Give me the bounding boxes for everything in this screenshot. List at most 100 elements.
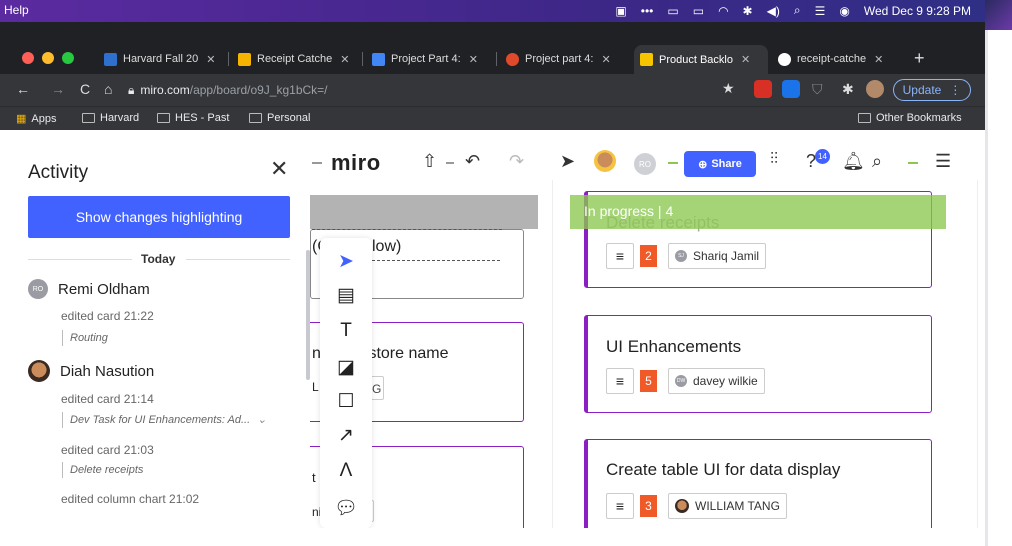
bell-icon[interactable]: 🔔︎ xyxy=(842,151,865,172)
connection-line-tool-icon[interactable]: ↗ xyxy=(334,424,358,447)
address-bar[interactable]: 🔒︎ miro.com/app/board/o9J_kg1bCk=/ xyxy=(128,79,746,101)
folder-icon xyxy=(82,113,95,123)
tab-label: Harvard Fall 20 xyxy=(123,53,199,65)
tab-label: Project Part 4: xyxy=(391,53,461,65)
activity-action: edited card 21:14 xyxy=(61,392,154,406)
undo-icon[interactable]: ↶ xyxy=(465,151,480,172)
tab-receipt-catcher[interactable]: Receipt Catche ✕ xyxy=(232,47,358,71)
forward-button[interactable]: → xyxy=(51,81,65,97)
bookmark-label: HES - Past xyxy=(175,112,230,124)
activity-detail-link[interactable]: Dev Task for UI Enhancements: Ad... ⌄ xyxy=(62,412,284,428)
reload-button[interactable]: C xyxy=(80,81,90,97)
update-button[interactable]: Update ⋮ xyxy=(893,79,971,101)
new-extension-icon[interactable] xyxy=(782,80,800,98)
tab-github-receipt-catcher[interactable]: receipt-catche ✕ xyxy=(772,47,900,71)
select-tool-icon[interactable]: ➤ xyxy=(334,250,358,273)
control-center-icon[interactable]: ☰ xyxy=(815,4,826,18)
collaborator-avatar[interactable] xyxy=(594,150,616,172)
description-icon[interactable]: ≡ xyxy=(606,243,634,269)
tab-label: Receipt Catche xyxy=(257,53,333,65)
bookmark-label: Harvard xyxy=(100,112,140,124)
board-menu-icon[interactable]: ☰ xyxy=(935,151,951,172)
user-name: Remi Oldham xyxy=(58,280,150,298)
bookmark-hes-past[interactable]: HES - Past xyxy=(157,112,229,124)
zoom-window-icon[interactable] xyxy=(62,52,74,64)
shield-extension-icon[interactable]: ⛉ xyxy=(812,81,823,98)
estimate-badge[interactable]: 2 xyxy=(640,245,657,267)
activity-detail-link[interactable]: Routing xyxy=(62,330,108,346)
kanban-card[interactable]: Create table UI for data display ≡ 3 WIL… xyxy=(584,439,932,531)
settings-sliders-icon[interactable]: ⫶⫶ xyxy=(770,151,778,169)
tab-harvard[interactable]: Harvard Fall 20 ✕ xyxy=(98,47,224,71)
description-icon[interactable]: ≡ xyxy=(606,368,634,394)
display-icon[interactable]: ▭ xyxy=(667,4,678,18)
activity-action: edited card 21:03 xyxy=(61,443,154,457)
help-menu[interactable]: Help xyxy=(4,3,29,17)
close-tab-icon[interactable]: ✕ xyxy=(469,53,478,66)
siri-icon[interactable]: ◉ xyxy=(839,4,849,18)
close-window-icon[interactable] xyxy=(22,52,34,64)
text-tool-icon[interactable]: T xyxy=(334,320,358,342)
collaborator-avatar[interactable]: RO xyxy=(634,153,656,175)
close-icon[interactable]: ✕ xyxy=(270,156,288,182)
battery-icon[interactable]: ▭ xyxy=(693,4,704,18)
cursor-arrow-icon[interactable]: ➤ xyxy=(560,151,575,172)
puzzle-extensions-icon[interactable]: ✱ xyxy=(842,81,854,98)
zoom-icon[interactable]: ▣ xyxy=(615,4,626,18)
redo-icon[interactable]: ↷ xyxy=(509,151,524,172)
share-button[interactable]: ⊕ Share xyxy=(684,151,756,177)
bookmark-harvard[interactable]: Harvard xyxy=(82,112,139,124)
separator xyxy=(446,162,454,164)
pen-tool-icon[interactable]: Ʌ xyxy=(334,460,358,482)
volume-icon[interactable]: ◀) xyxy=(767,4,780,18)
home-button[interactable]: ⌂ xyxy=(104,81,112,97)
column-header xyxy=(310,195,538,229)
column-header-in-progress[interactable]: In progress | 4 xyxy=(570,195,946,229)
bluetooth-icon[interactable]: ✱ xyxy=(743,4,753,18)
activity-detail-text: Dev Task for UI Enhancements: Ad... xyxy=(70,414,251,426)
extension-icon[interactable] xyxy=(754,80,772,98)
chevron-down-icon[interactable]: ⌄ xyxy=(257,414,266,426)
comment-tool-icon[interactable]: 💬︎ xyxy=(334,496,358,520)
assignee-tag[interactable]: WILLIAM TANG xyxy=(668,493,787,519)
export-icon[interactable]: ⇧ xyxy=(422,151,437,172)
bookmark-star-icon[interactable]: ★ xyxy=(722,80,735,97)
show-changes-highlighting-button[interactable]: Show changes highlighting xyxy=(28,196,290,238)
bookmark-other[interactable]: Other Bookmarks xyxy=(858,112,962,124)
activity-detail-link[interactable]: Delete receipts xyxy=(62,462,143,478)
activity-title: Activity xyxy=(28,162,89,183)
tab-project-part-4-docs[interactable]: Project Part 4: ✕ xyxy=(366,47,492,71)
tab-product-backlog[interactable]: Product Backlo ✕ xyxy=(634,45,768,74)
estimate-badge[interactable]: 3 xyxy=(640,495,657,517)
shape-tool-icon[interactable]: ☐ xyxy=(334,390,358,413)
window-controls xyxy=(22,52,74,64)
today-divider: Today xyxy=(28,252,290,266)
profile-avatar[interactable] xyxy=(866,80,884,98)
sticky-note-tool-icon[interactable]: ◪ xyxy=(334,356,358,379)
activity-panel: Activity ✕ Show changes highlighting Tod… xyxy=(0,130,303,546)
new-tab-button[interactable]: + xyxy=(914,48,925,69)
tab-project-part-4[interactable]: Project part 4: ✕ xyxy=(500,47,630,71)
spotlight-icon[interactable]: ⌕ xyxy=(794,3,801,18)
minimize-window-icon[interactable] xyxy=(42,52,54,64)
miro-logo[interactable]: miro xyxy=(331,150,381,176)
close-tab-icon[interactable]: ✕ xyxy=(741,53,750,66)
screen: Help ▣ ••• ▭ ▭ ◠ ✱ ◀) ⌕ ☰ ◉ Wed Dec 9 9:… xyxy=(0,0,1012,546)
close-tab-icon[interactable]: ✕ xyxy=(340,53,349,66)
back-button[interactable]: ← xyxy=(16,81,30,97)
bookmark-apps[interactable]: ▦ Apps xyxy=(16,112,56,126)
close-tab-icon[interactable]: ✕ xyxy=(874,53,883,66)
url-host: miro.com xyxy=(140,83,190,97)
wifi-icon[interactable]: ◠ xyxy=(718,4,728,18)
assignee-tag[interactable]: DW davey wilkie xyxy=(668,368,765,394)
close-tab-icon[interactable]: ✕ xyxy=(206,53,215,66)
close-tab-icon[interactable]: ✕ xyxy=(601,53,610,66)
estimate-badge[interactable]: 5 xyxy=(640,370,657,392)
description-icon[interactable]: ≡ xyxy=(606,493,634,519)
template-tool-icon[interactable]: ▤ xyxy=(334,284,358,307)
bookmark-personal[interactable]: Personal xyxy=(249,112,310,124)
assignee-tag[interactable]: SJ Shariq Jamil xyxy=(668,243,767,269)
search-icon[interactable]: ⌕ xyxy=(872,151,882,172)
kanban-card[interactable]: UI Enhancements ≡ 5 DW davey wilkie xyxy=(584,315,932,413)
more-icon[interactable]: ••• xyxy=(641,4,654,18)
